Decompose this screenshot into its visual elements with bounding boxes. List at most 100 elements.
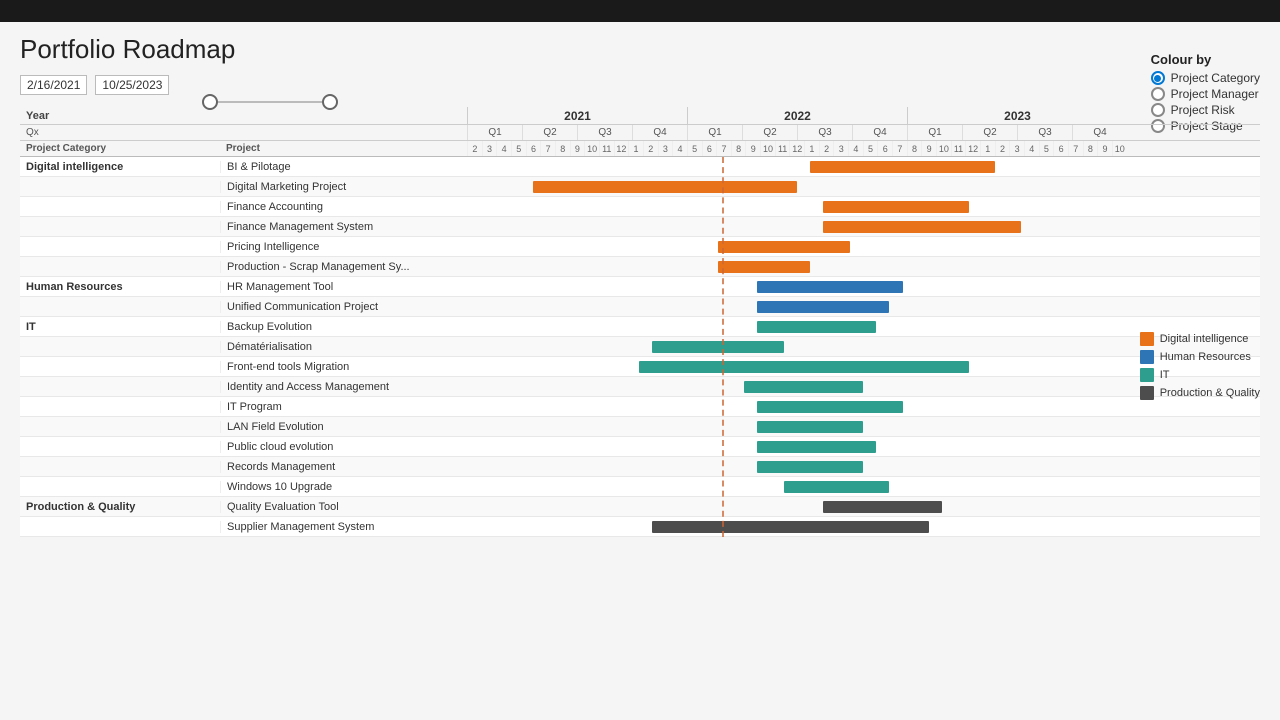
- header-project-label: Project: [220, 143, 467, 154]
- header-year-2023: 2023: [907, 107, 1127, 124]
- radio-inner: [1154, 75, 1161, 82]
- bar-row: [467, 437, 1260, 457]
- header-week-29: 7: [892, 141, 907, 156]
- bar-row: [467, 237, 1260, 257]
- header-week-15: 5: [687, 141, 702, 156]
- header-year-2021: 2021: [467, 107, 687, 124]
- header-week-20: 10: [760, 141, 775, 156]
- project-cell: Dématérialisation: [220, 341, 467, 353]
- header-week-32: 10: [936, 141, 951, 156]
- bar-row: [467, 477, 1260, 497]
- top-bar: [0, 0, 1280, 22]
- legend-item-it: IT: [1140, 368, 1260, 382]
- header-week-3: 5: [511, 141, 526, 156]
- content: Portfolio Roadmap 2/16/2021 10/25/2023 C…: [0, 22, 1280, 545]
- header-year-left: Year: [20, 107, 467, 124]
- header-q-1: Q2: [522, 125, 577, 140]
- header-week-36: 2: [995, 141, 1010, 156]
- project-cell: Supplier Management System: [220, 521, 467, 533]
- bar-row: [467, 257, 1260, 277]
- header-week-5: 7: [540, 141, 555, 156]
- legend-color: [1140, 332, 1154, 346]
- header-week-26: 4: [848, 141, 863, 156]
- header-week-9: 11: [599, 141, 614, 156]
- gantt-bar: [757, 441, 876, 453]
- category-cell: IT: [20, 321, 220, 333]
- gantt-bar: [757, 301, 889, 313]
- header-week-31: 9: [921, 141, 936, 156]
- gantt-bar: [823, 501, 942, 513]
- project-cell: Unified Communication Project: [220, 301, 467, 313]
- gantt-bar: [810, 161, 995, 173]
- header-week-7: 9: [570, 141, 585, 156]
- header-week-24: 2: [819, 141, 834, 156]
- page-title: Portfolio Roadmap: [20, 34, 1260, 65]
- legend-label: IT: [1160, 369, 1170, 381]
- colour-by-label-manager: Project Manager: [1171, 87, 1259, 101]
- category-cell: Digital intelligence: [20, 161, 220, 173]
- gantt-bar: [784, 481, 890, 493]
- slider-track[interactable]: [210, 101, 330, 103]
- header-q-8: Q1: [907, 125, 962, 140]
- project-cell: LAN Field Evolution: [220, 421, 467, 433]
- project-cell: Production - Scrap Management Sy...: [220, 261, 467, 273]
- colour-by-option-category[interactable]: Project Category: [1151, 71, 1260, 85]
- header-qx-left: Qx: [20, 125, 467, 140]
- legend-label: Digital intelligence: [1160, 333, 1249, 345]
- gantt-bar: [823, 221, 1021, 233]
- gantt-bar: [744, 381, 863, 393]
- header-week-39: 5: [1039, 141, 1054, 156]
- header-week-1: 3: [482, 141, 497, 156]
- table-row: Finance Management System: [20, 217, 1260, 237]
- header-week-35: 1: [980, 141, 995, 156]
- bar-row: [467, 177, 1260, 197]
- gantt-bar: [757, 461, 863, 473]
- table-row: Production & QualityQuality Evaluation T…: [20, 497, 1260, 517]
- colour-by-title: Colour by: [1151, 52, 1260, 67]
- start-date[interactable]: 2/16/2021: [20, 75, 87, 95]
- gantt-bar: [757, 281, 902, 293]
- header-week-19: 9: [745, 141, 760, 156]
- header-q-10: Q3: [1017, 125, 1072, 140]
- header-q-11: Q4: [1072, 125, 1127, 140]
- legend-item-digital-intelligence: Digital intelligence: [1140, 332, 1260, 346]
- project-cell: Finance Accounting: [220, 201, 467, 213]
- header-q-9: Q2: [962, 125, 1017, 140]
- bar-row: [467, 297, 1260, 317]
- table-row: LAN Field Evolution: [20, 417, 1260, 437]
- bar-row: [467, 517, 1260, 537]
- header-q-6: Q3: [797, 125, 852, 140]
- table-row: Records Management: [20, 457, 1260, 477]
- header-week-14: 4: [672, 141, 687, 156]
- gantt-bar: [757, 401, 902, 413]
- header-year-label: Year: [20, 110, 220, 122]
- table-row: ITBackup Evolution: [20, 317, 1260, 337]
- project-cell: Digital Marketing Project: [220, 181, 467, 193]
- project-cell: Windows 10 Upgrade: [220, 481, 467, 493]
- bar-row: [467, 197, 1260, 217]
- bar-row: [467, 417, 1260, 437]
- header-week-27: 5: [863, 141, 878, 156]
- gantt-bar: [823, 201, 968, 213]
- header-week-30: 8: [907, 141, 922, 156]
- legend-color: [1140, 350, 1154, 364]
- header-quarter-row: QxQ1Q2Q3Q4Q1Q2Q3Q4Q1Q2Q3Q4: [20, 125, 1260, 141]
- radio-category[interactable]: [1151, 71, 1165, 85]
- header-week-21: 11: [775, 141, 790, 156]
- bar-row: [467, 277, 1260, 297]
- header-year-row: Year202120222023: [20, 107, 1260, 125]
- colour-by-label-category: Project Category: [1171, 71, 1260, 85]
- header-week-40: 6: [1053, 141, 1068, 156]
- radio-manager[interactable]: [1151, 87, 1165, 101]
- table-row: Digital intelligenceBI & Pilotage: [20, 157, 1260, 177]
- header-week-34: 12: [965, 141, 980, 156]
- table-row: Finance Accounting: [20, 197, 1260, 217]
- header-q-4: Q1: [687, 125, 742, 140]
- project-cell: Public cloud evolution: [220, 441, 467, 453]
- colour-by-option-manager[interactable]: Project Manager: [1151, 87, 1260, 101]
- header-week-33: 11: [951, 141, 966, 156]
- header-week-4: 6: [526, 141, 541, 156]
- header-week-17: 7: [716, 141, 731, 156]
- project-cell: Records Management: [220, 461, 467, 473]
- end-date[interactable]: 10/25/2023: [95, 75, 169, 95]
